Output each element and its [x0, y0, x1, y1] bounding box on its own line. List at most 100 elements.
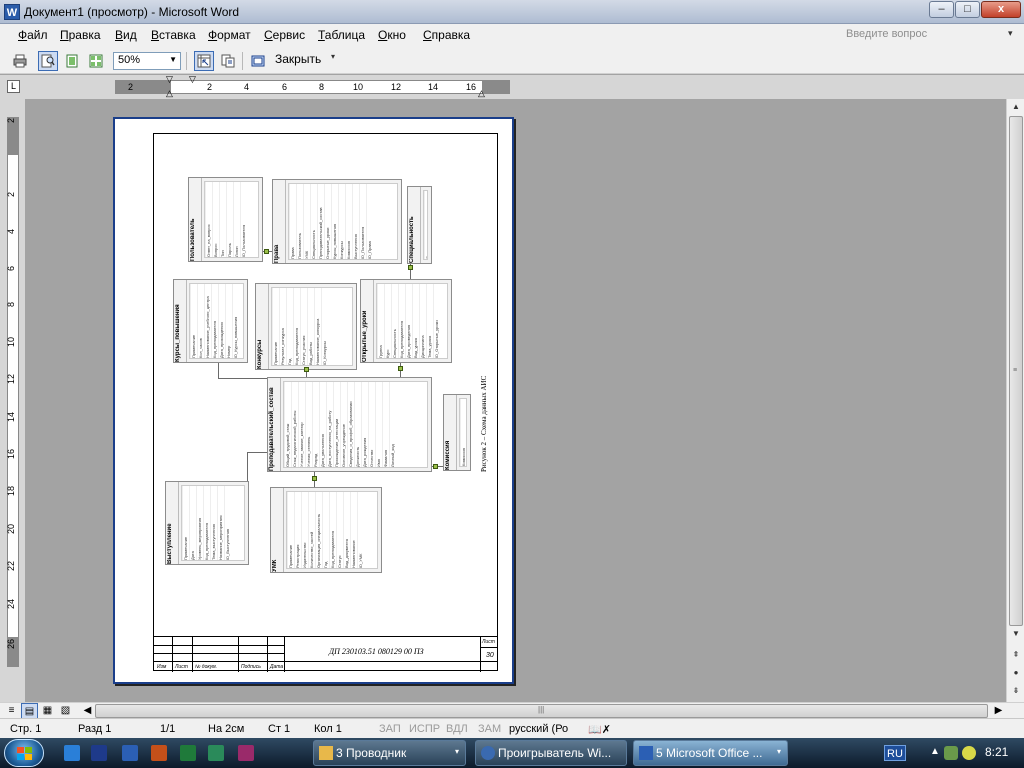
close-preview-button[interactable]: Закрыть — [275, 52, 321, 66]
clock[interactable]: 8:21 — [985, 745, 1008, 759]
taskbar-media-player[interactable]: Проигрыватель Wi... — [475, 740, 627, 766]
taskbar-explorer[interactable]: 3 Проводник ▾ — [313, 740, 466, 766]
status-page[interactable]: Стр. 1 — [10, 723, 41, 735]
menu-edit[interactable]: Правка — [60, 28, 101, 42]
table-field: ID_Конкурсы — [321, 288, 328, 365]
vertical-ruler[interactable]: 2 2 4 6 8 10 12 14 16 18 20 22 24 26 — [0, 99, 25, 702]
powerpoint-quicklaunch-icon[interactable] — [151, 745, 167, 761]
table-prava[interactable]: Права ID_Права ID_Пользователя Выступлен… — [272, 179, 402, 264]
antivirus-tray-icon[interactable] — [962, 746, 976, 760]
full-screen-button[interactable] — [248, 51, 268, 71]
multiple-pages-button[interactable] — [86, 51, 106, 71]
view-ruler-button[interactable] — [194, 51, 214, 71]
status-extend[interactable]: ВДЛ — [446, 723, 468, 735]
zoom-value: 50% — [118, 54, 141, 66]
status-section[interactable]: Разд 1 — [78, 723, 111, 735]
menu-table[interactable]: Таблица — [318, 28, 365, 42]
table-umk[interactable]: УМК ID_УМК Наименование Вид_документа Ст… — [270, 487, 382, 573]
maximize-button[interactable]: □ — [955, 1, 980, 18]
status-column[interactable]: Кол 1 — [314, 723, 342, 735]
print-layout-view-icon[interactable]: ▦ — [39, 703, 56, 719]
menu-window[interactable]: Окно — [378, 28, 406, 42]
menu-tools[interactable]: Сервис — [264, 28, 305, 42]
relationship-end-icon — [304, 367, 309, 372]
language-indicator[interactable]: RU — [884, 745, 906, 761]
menu-view[interactable]: Вид — [115, 28, 137, 42]
table-title: УМК — [272, 488, 284, 572]
help-dropdown-icon[interactable]: ▾ — [1008, 28, 1013, 39]
relationship-end-icon — [398, 366, 403, 371]
status-line[interactable]: Ст 1 — [268, 723, 290, 735]
word-app-icon[interactable]: W — [4, 4, 20, 20]
scroll-right-icon[interactable]: ▶ — [990, 703, 1007, 719]
task-label: 5 Microsoft Office ... — [656, 746, 763, 760]
status-overtype[interactable]: ЗАМ — [478, 723, 501, 735]
table-kursy-povysheniya[interactable]: Курсы_повышения ID_Курсы_повышения Номер… — [173, 279, 248, 363]
menu-insert[interactable]: Вставка — [151, 28, 196, 42]
menu-file[interactable]: Файл — [18, 28, 48, 42]
menu-help[interactable]: Справка — [423, 28, 470, 42]
start-button[interactable] — [4, 739, 44, 767]
table-fields: Специальность — [423, 190, 428, 260]
help-question-input[interactable]: Введите вопрос — [846, 28, 1016, 40]
reading-view-icon[interactable]: ▧ — [57, 703, 74, 719]
chevron-down-icon: ▾ — [776, 747, 781, 756]
table-fields: ID_УМК Наименование Вид_документа Статус… — [286, 491, 378, 569]
previous-page-icon[interactable]: ⇞ — [1008, 647, 1024, 663]
network-tray-icon[interactable] — [944, 746, 958, 760]
vertical-scroll-thumb[interactable]: ≡ — [1009, 116, 1023, 626]
status-record-macro[interactable]: ЗАП — [379, 723, 401, 735]
spelling-status-icon[interactable]: 📖✗ — [588, 723, 611, 736]
scroll-up-icon[interactable]: ▲ — [1008, 99, 1024, 115]
web-layout-view-icon[interactable]: ▤ — [21, 703, 38, 719]
normal-view-icon[interactable]: ≡ — [3, 703, 20, 719]
word-quicklaunch-icon[interactable] — [122, 745, 138, 761]
status-pages[interactable]: 1/1 — [160, 723, 175, 735]
right-indent-marker-icon[interactable]: △ — [478, 89, 485, 98]
minimize-button[interactable]: – — [929, 1, 954, 18]
taskbar-word[interactable]: 5 Microsoft Office ... ▾ — [633, 740, 788, 766]
ruler-tick: 26 — [6, 639, 16, 650]
onenote-quicklaunch-icon[interactable] — [238, 745, 254, 761]
menu-format[interactable]: Формат — [208, 28, 251, 42]
close-window-button[interactable]: x — [981, 1, 1021, 18]
toolbar-options-icon[interactable]: ▾ — [331, 52, 339, 72]
status-language[interactable]: русский (Ро — [509, 723, 568, 735]
table-komissiya[interactable]: Комиссия Комиссия — [443, 394, 471, 471]
menu-bar: Файл Правка Вид Вставка Формат Сервис Та… — [0, 24, 1024, 48]
table-fields: ID_Конкурсы Наименование_конкурса Вид_ра… — [271, 287, 353, 366]
table-polzovatel[interactable]: Пользователь ID_Пользователя Логин Парол… — [188, 177, 263, 262]
table-specialnost[interactable]: Специальность Специальность — [407, 186, 432, 264]
ruler-tick: 6 — [6, 266, 16, 272]
table-field: Дата_увольнения — [319, 382, 326, 467]
one-page-button[interactable] — [62, 51, 82, 71]
shrink-to-fit-button[interactable] — [218, 51, 238, 71]
left-indent-marker-icon[interactable]: △ — [166, 89, 173, 98]
status-position[interactable]: На 2см — [208, 723, 244, 735]
print-button[interactable] — [10, 51, 30, 71]
next-page-icon[interactable]: ⇟ — [1008, 683, 1024, 699]
horizontal-ruler[interactable]: L 2 2 4 6 8 10 12 14 16 △ ▽ ▽ △ — [0, 75, 1024, 99]
excel-quicklaunch-icon[interactable] — [180, 745, 196, 761]
tab-selector-icon[interactable]: L — [7, 80, 20, 93]
table-prepodavatelskiy-sostav[interactable]: Преподавательский_состав Личный_код Фами… — [267, 377, 432, 472]
document-page[interactable]: Пользователь ID_Пользователя Логин Парол… — [113, 117, 514, 684]
status-track-changes[interactable]: ИСПР — [409, 723, 440, 735]
vertical-scrollbar[interactable]: ▲ ≡ ▼ ⇞ ● ⇟ — [1006, 99, 1024, 702]
ie-quicklaunch-icon[interactable] — [64, 745, 80, 761]
magnifier-button[interactable] — [38, 51, 58, 71]
table-otkrytye-uroki[interactable]: Открытые_уроки ID_Открытые_уроки Тема_ур… — [360, 279, 452, 363]
horizontal-scroll-thumb[interactable]: ||| — [95, 704, 988, 718]
show-hidden-icons-icon[interactable]: ▲ — [930, 746, 944, 760]
table-konkursy[interactable]: Конкурсы ID_Конкурсы Наименование_конкур… — [255, 283, 357, 370]
scroll-down-icon[interactable]: ▼ — [1008, 626, 1024, 642]
scroll-left-icon[interactable]: ◀ — [79, 703, 96, 719]
zoom-select[interactable]: 50% ▼ — [113, 52, 181, 70]
table-vystuplenie[interactable]: Выступление ID_Выступления Название_меро… — [165, 481, 249, 565]
first-line-indent-marker-icon[interactable]: ▽ — [189, 75, 196, 84]
table-fields: ID_Права ID_Пользователя Выступления Ком… — [288, 183, 398, 260]
hanging-indent-marker-icon[interactable]: ▽ — [166, 75, 173, 84]
show-desktop-quicklaunch-icon[interactable] — [91, 745, 107, 761]
publisher-quicklaunch-icon[interactable] — [208, 745, 224, 761]
browse-object-icon[interactable]: ● — [1008, 665, 1024, 681]
